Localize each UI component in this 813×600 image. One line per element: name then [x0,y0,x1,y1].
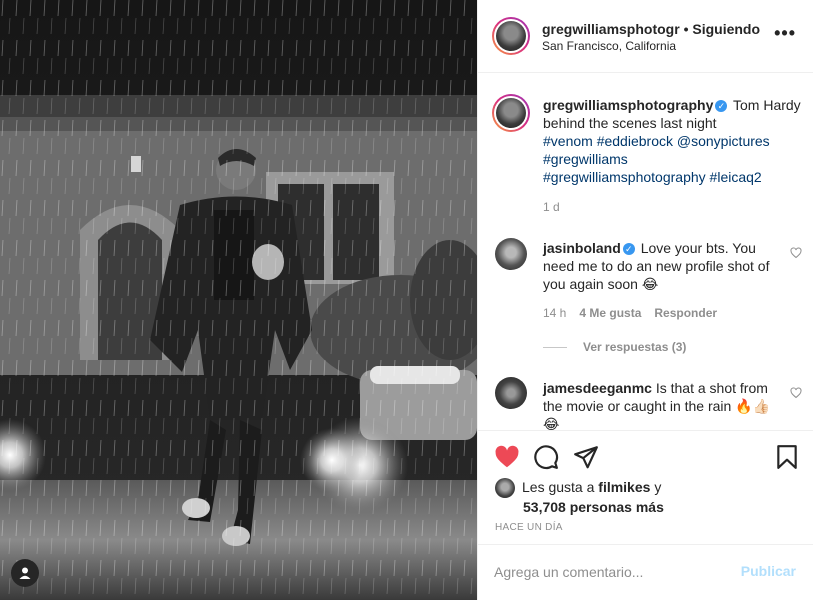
comment-timestamp[interactable]: 14 h [543,306,566,320]
comment-avatar[interactable] [495,238,527,270]
comment-likes-count[interactable]: 4 Me gusta [579,306,641,320]
comment-like-heart-icon[interactable] [790,247,802,259]
photo-scene [0,0,477,600]
caption: gregwilliamsphotography ✓ Tom Hardy behin… [543,96,801,186]
post-date[interactable]: HACE UN DÍA [495,522,563,533]
post-header: gregwilliamsphotogr • Siguiendo San Fran… [478,0,813,73]
hashtag-link[interactable]: #gregwilliamsphotography [543,169,706,185]
following-button[interactable]: Siguiendo [692,21,760,37]
comment-username[interactable]: jamesdeeganmc [543,380,652,396]
bookmark-icon[interactable] [774,444,800,470]
reply-button[interactable]: Responder [654,306,717,320]
publish-button[interactable]: Publicar [741,563,796,579]
post-modal: gregwilliamsphotogr • Siguiendo San Fran… [0,0,813,600]
view-replies-button[interactable]: Ver respuestas (3) [543,340,686,354]
verified-badge-icon: ✓ [622,243,635,256]
likes-summary: Les gusta a filmikes y 53,708 personas m… [495,478,795,516]
hashtag-link[interactable]: #leicaq2 [710,169,762,185]
comment-username[interactable]: jasinboland [543,240,621,256]
more-options-icon[interactable]: ••• [774,24,796,42]
comment-meta: 14 h 4 Me gusta Responder [543,306,717,320]
hashtag-link[interactable]: #venom [543,133,593,149]
comment-bubble-icon[interactable] [533,444,559,470]
header-username-line: gregwilliamsphotogr • Siguiendo [542,21,760,37]
user-tag-icon [19,567,31,579]
heart-filled-icon[interactable] [494,444,520,470]
comment-avatar[interactable] [495,377,527,409]
likes-prefix: Les gusta a [522,479,595,495]
comment-composer: Publicar [478,544,813,600]
author-username[interactable]: gregwilliamsphotogr [542,21,680,37]
verified-badge-icon: ✓ [715,100,728,113]
paper-plane-icon[interactable] [573,444,599,470]
tag-people-button[interactable] [11,559,39,587]
hashtag-link[interactable]: #gregwilliams [543,151,628,167]
comment-input[interactable] [494,562,724,582]
post-photo[interactable] [0,0,477,600]
post-sidebar: gregwilliamsphotogr • Siguiendo San Fran… [477,0,813,600]
header-separator: • [683,21,689,37]
liker-username[interactable]: filmikes [598,479,650,495]
caption-avatar[interactable] [492,94,530,132]
caption-timestamp[interactable]: 1 d [543,200,560,214]
comment: jamesdeeganmc Is that a shot from the mo… [543,379,781,430]
author-avatar[interactable] [492,17,530,55]
location-link[interactable]: San Francisco, California [542,39,676,53]
caption-username[interactable]: gregwilliamsphotography [543,97,713,113]
view-replies-label: Ver respuestas (3) [583,340,687,354]
mention-link[interactable]: @sonypictures [677,133,770,149]
comments-area[interactable]: gregwilliamsphotography ✓ Tom Hardy behin… [478,74,813,430]
liker-avatar[interactable] [495,478,515,499]
likes-others-link[interactable]: 53,708 personas más [495,499,664,515]
comment-like-heart-icon[interactable] [790,387,802,399]
hashtag-link[interactable]: #eddiebrock [597,133,673,149]
post-actions: Les gusta a filmikes y 53,708 personas m… [478,430,813,544]
likes-conjunction: y [654,479,662,495]
comment: jasinboland ✓ Love your bts. You need me … [543,239,781,293]
replies-divider [543,346,567,348]
